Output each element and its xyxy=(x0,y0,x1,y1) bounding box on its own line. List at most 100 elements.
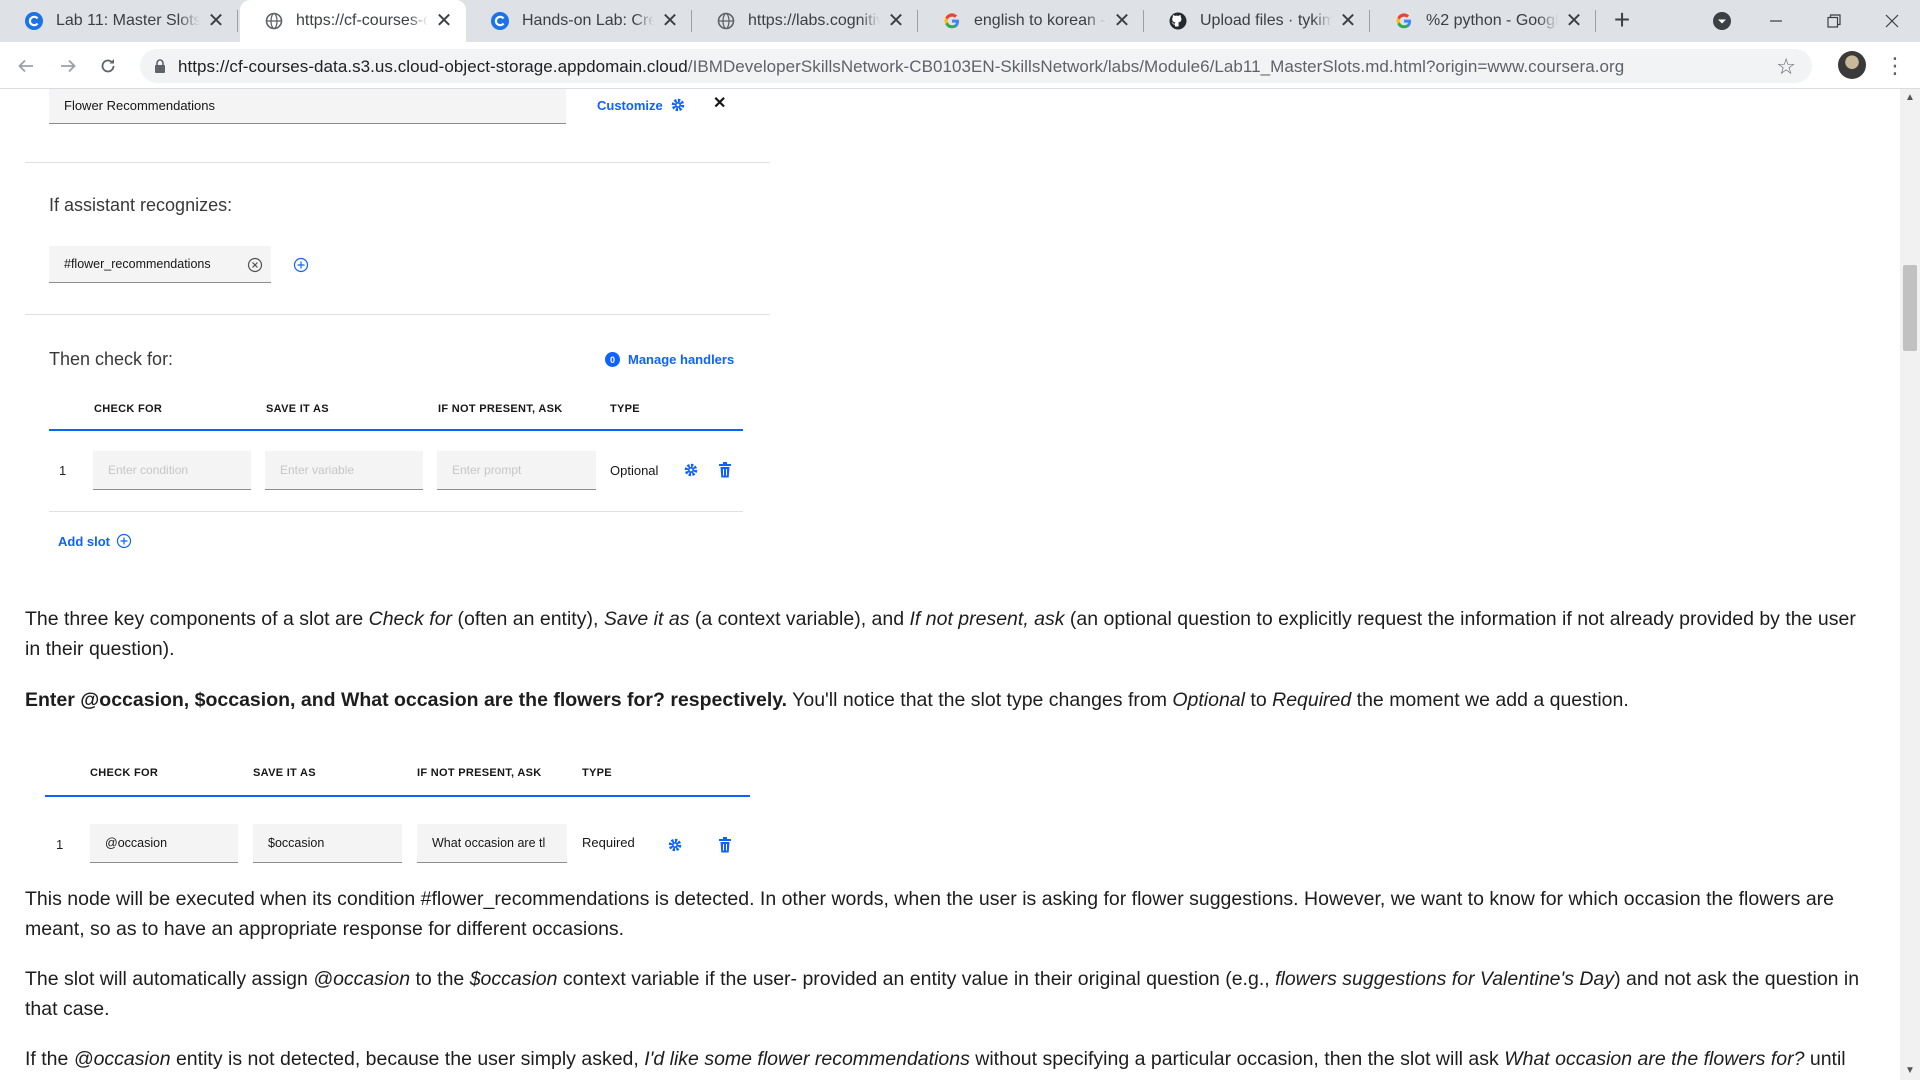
tab-title: Hands-on Lab: Creating xyxy=(522,12,654,29)
scrollbar-thumb[interactable] xyxy=(1903,265,1917,351)
tab-title: https://labs.cognitiveclass xyxy=(748,12,880,29)
vertical-scrollbar[interactable]: ▲ ▼ xyxy=(1900,89,1920,1080)
minimize-button[interactable] xyxy=(1752,0,1800,42)
text: If the xyxy=(25,1048,74,1070)
url-text: https://cf-courses-data.s3.us.cloud-obje… xyxy=(178,57,1624,77)
address-bar[interactable]: https://cf-courses-data.s3.us.cloud-obje… xyxy=(140,49,1812,83)
condition-tag: #flower_recommendations xyxy=(64,257,211,271)
close-icon: ✕ xyxy=(713,95,727,112)
tab-title: %2 python - Google Se xyxy=(1426,12,1558,29)
close-icon[interactable]: ✕ xyxy=(434,11,454,31)
column-header: SAVE IT AS xyxy=(253,767,316,779)
add-circle-icon xyxy=(116,533,132,549)
tab-hands-on-lab[interactable]: Hands-on Lab: Creating ✕ xyxy=(466,0,692,42)
divider xyxy=(25,314,770,315)
tab-search-button[interactable] xyxy=(1698,0,1746,42)
gear-icon xyxy=(684,463,698,477)
tab-python-google[interactable]: %2 python - Google Se ✕ xyxy=(1370,0,1596,42)
close-icon[interactable]: ✕ xyxy=(660,11,680,31)
prompt-input: Enter prompt xyxy=(437,451,596,490)
figure-slot-filled: CHECK FOR SAVE IT AS IF NOT PRESENT, ASK… xyxy=(0,739,780,863)
text: (often an entity), xyxy=(452,608,604,630)
gear-icon xyxy=(672,98,685,112)
trash-icon xyxy=(719,462,731,478)
trash-icon xyxy=(719,837,731,853)
close-icon[interactable]: ✕ xyxy=(206,11,226,31)
tab-cf-courses[interactable]: https://cf-courses-data.s3 ✕ xyxy=(240,0,466,42)
reload-icon xyxy=(101,59,115,73)
text-italic: flowers suggestions for Valentine's Day xyxy=(1275,968,1615,990)
menu-kebab-icon[interactable]: ⋮ xyxy=(1884,52,1906,80)
text: to the xyxy=(410,968,470,990)
text-italic: What occasion are the flowers for? xyxy=(1504,1048,1805,1070)
close-icon[interactable]: ✕ xyxy=(1564,11,1584,31)
add-slot-link: Add slot xyxy=(58,533,132,549)
close-icon[interactable]: ✕ xyxy=(886,11,906,31)
bookmark-star-icon[interactable]: ☆ xyxy=(1776,54,1796,80)
text: You'll notice that the slot type changes… xyxy=(787,689,1173,711)
paragraph-node-execution: This node will be executed when its cond… xyxy=(25,888,1835,940)
arrow-right-icon xyxy=(61,59,76,73)
clear-circle-icon xyxy=(247,257,263,273)
tab-title: Upload files · tykims3 xyxy=(1200,12,1332,29)
text: until xyxy=(1804,1048,1846,1070)
coursera-icon xyxy=(490,11,510,31)
column-header: TYPE xyxy=(582,767,612,779)
chevron-down-icon xyxy=(1713,12,1731,30)
close-icon xyxy=(1885,14,1899,28)
new-tab-button[interactable]: + xyxy=(1604,6,1640,36)
reload-button[interactable] xyxy=(92,50,124,82)
github-icon xyxy=(1168,11,1188,31)
add-circle-icon xyxy=(293,257,309,273)
text: context variable if the user- provided a… xyxy=(557,968,1276,990)
row-number: 1 xyxy=(56,837,64,852)
close-window-button[interactable] xyxy=(1868,0,1916,42)
check-for-input: @occasion xyxy=(90,824,238,863)
save-as-input: $occasion xyxy=(253,824,402,863)
forward-button[interactable] xyxy=(52,50,84,82)
slot-type: Optional xyxy=(610,463,659,478)
tab-upload-files[interactable]: Upload files · tykims3 ✕ xyxy=(1144,0,1370,42)
text-italic: $occasion xyxy=(469,968,558,990)
text-italic: Required xyxy=(1272,689,1352,711)
scroll-up-arrow-icon[interactable]: ▲ xyxy=(1900,89,1920,107)
tab-strip: Lab 11: Master Slots | C ✕ https://cf-co… xyxy=(0,0,1920,42)
coursera-icon xyxy=(24,11,44,31)
text: The slot will automatically assign xyxy=(25,968,314,990)
divider xyxy=(25,162,770,163)
scroll-down-arrow-icon[interactable]: ▼ xyxy=(1900,1062,1920,1080)
tab-title: english to korean - Goo xyxy=(974,12,1106,29)
lock-icon xyxy=(155,59,165,73)
tab-english-to-korean[interactable]: english to korean - Goo ✕ xyxy=(918,0,1144,42)
table-header-rule xyxy=(49,429,743,431)
tab-lab11[interactable]: Lab 11: Master Slots | C ✕ xyxy=(0,0,238,42)
paragraph-slot-components: The three key components of a slot are C… xyxy=(25,604,1875,664)
add-slot-label: Add slot xyxy=(58,533,110,549)
browser-toolbar: https://cf-courses-data.s3.us.cloud-obje… xyxy=(0,42,1920,89)
close-icon[interactable]: ✕ xyxy=(1112,11,1132,31)
column-header: CHECK FOR xyxy=(94,403,163,415)
avatar[interactable] xyxy=(1838,51,1866,79)
page-content: Flower Recommendations Customize ✕ If as… xyxy=(0,89,1900,1080)
slot-type: Required xyxy=(582,835,635,850)
tab-labs-cognitiveclass[interactable]: https://labs.cognitiveclass ✕ xyxy=(692,0,918,42)
divider xyxy=(49,511,743,512)
text: to xyxy=(1245,689,1273,711)
customize-link: Customize xyxy=(597,97,686,113)
check-for-input: Enter condition xyxy=(93,451,251,490)
column-header: CHECK FOR xyxy=(90,767,159,779)
column-header: IF NOT PRESENT, ASK xyxy=(438,403,563,415)
condition-field: #flower_recommendations xyxy=(49,246,271,283)
url-host: https://cf-courses-data.s3.us.cloud-obje… xyxy=(178,57,688,76)
text: (a context variable), and xyxy=(689,608,910,630)
restore-button[interactable] xyxy=(1810,0,1858,42)
url-path: /IBMDeveloperSkillsNetwork-CB0103EN-Skil… xyxy=(687,57,1625,76)
google-icon xyxy=(942,11,962,31)
table-header-rule xyxy=(45,795,750,797)
manage-handlers-label: Manage handlers xyxy=(628,352,735,367)
save-as-input: Enter variable xyxy=(265,451,423,490)
if-recognizes-label: If assistant recognizes: xyxy=(49,195,233,215)
back-button[interactable] xyxy=(10,50,42,82)
close-icon[interactable]: ✕ xyxy=(1338,11,1358,31)
globe-icon xyxy=(716,11,736,31)
